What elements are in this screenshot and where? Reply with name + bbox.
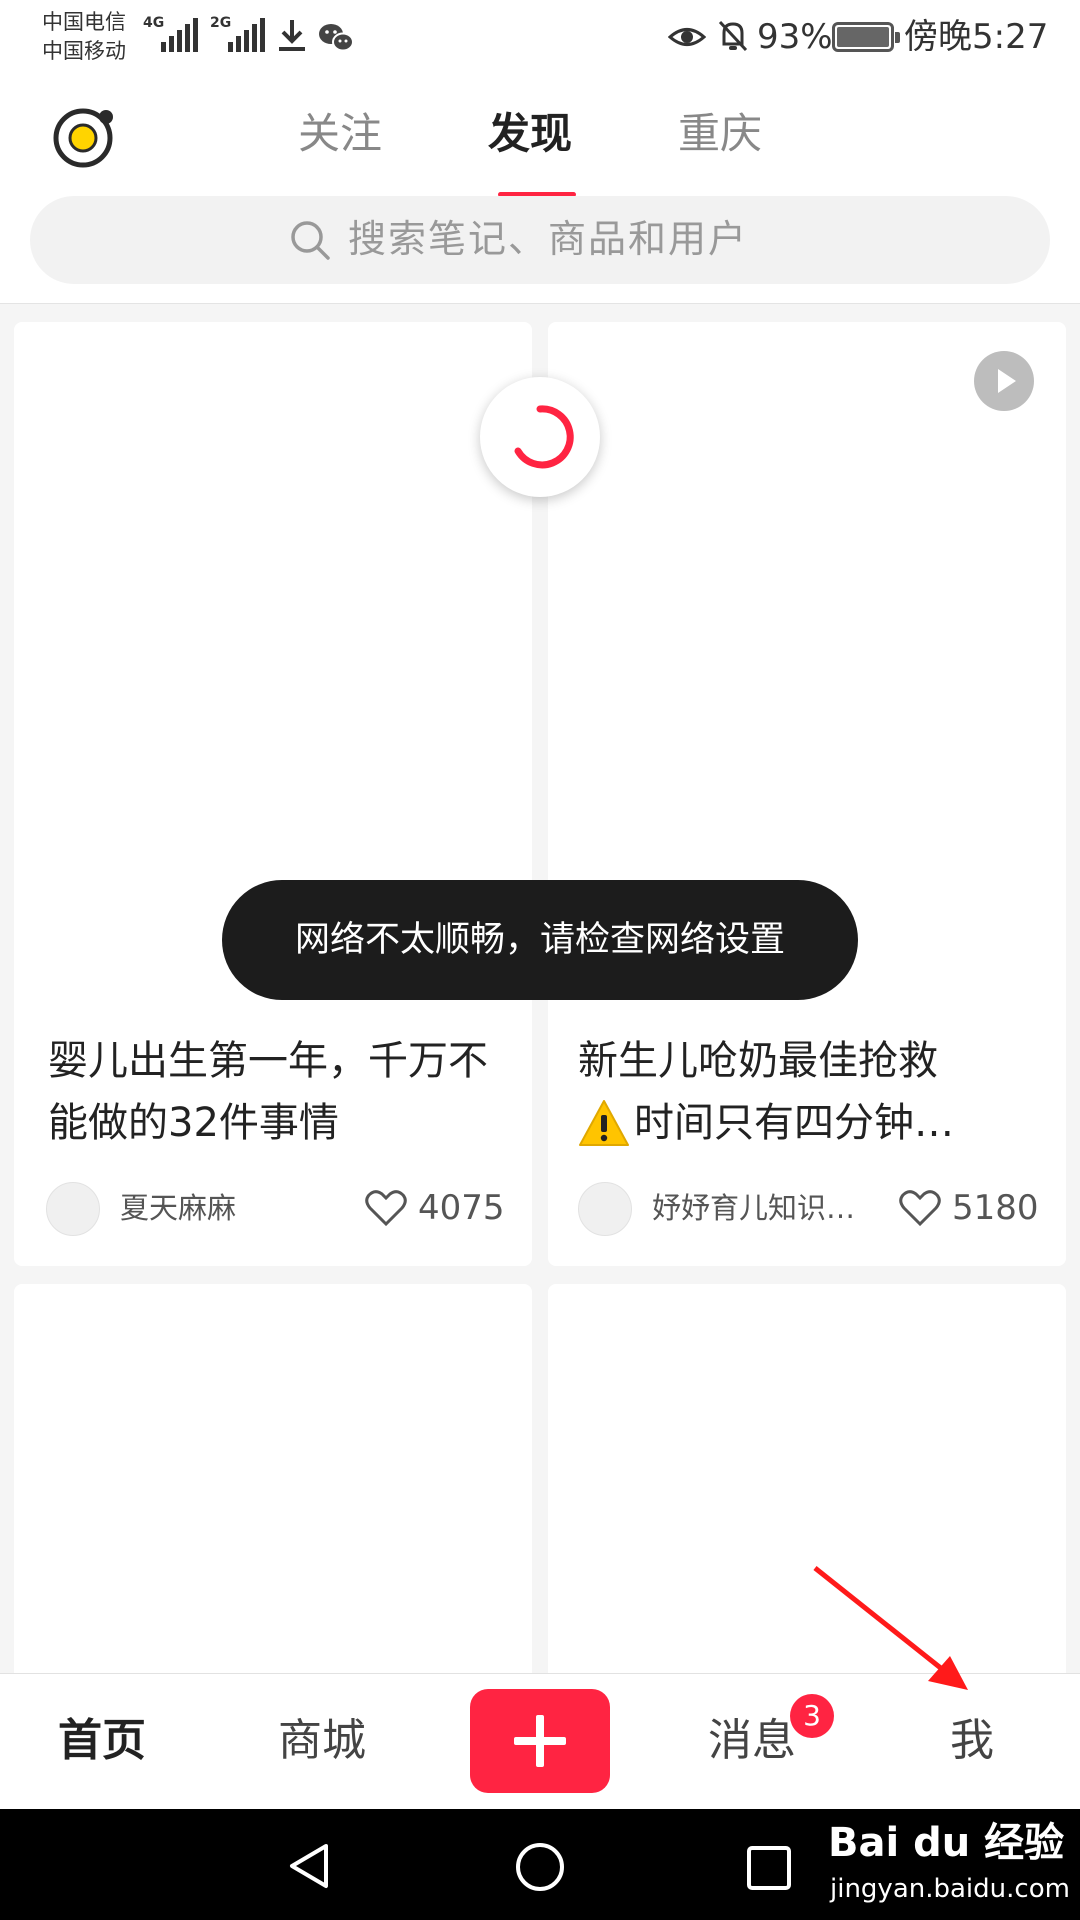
- network-toast: 网络不太顺畅，请检查网络设置: [222, 880, 858, 1000]
- top-tabs: 关注 发现 重庆: [0, 106, 1080, 197]
- nav-messages[interactable]: 消息: [708, 1710, 796, 1772]
- top-header: 关注 发现 重庆 搜索笔记、商品和用户: [0, 78, 1080, 304]
- note-card[interactable]: 婴儿出生第一年，千万不能做的32件事情 夏天麻麻 4075: [14, 322, 532, 1266]
- recents-icon[interactable]: [746, 1845, 792, 1891]
- add-note-button[interactable]: [470, 1689, 610, 1793]
- heart-icon[interactable]: [364, 1188, 408, 1228]
- bottom-nav: 首页 商城 消息 3 我: [0, 1673, 1080, 1809]
- loading-spinner: [480, 377, 600, 497]
- watermark-brand: Bai du 经验: [828, 1820, 1065, 1866]
- avatar[interactable]: [46, 1182, 100, 1236]
- note-title: 新生儿呛奶最佳抢救 时间只有四分钟…: [578, 1038, 954, 1146]
- note-author[interactable]: 妤妤育儿知识…: [652, 1188, 855, 1228]
- clock: 傍晚5:27: [904, 17, 1049, 57]
- system-nav-bar: Bai du 经验 jingyan.baidu.com: [0, 1809, 1080, 1920]
- wechat-icon: [319, 24, 354, 52]
- search-icon: [291, 221, 330, 260]
- messages-badge: 3: [790, 1694, 834, 1738]
- download-icon: [279, 20, 305, 51]
- spinner-icon: [514, 405, 574, 469]
- tab-follow[interactable]: 关注: [298, 106, 382, 162]
- note-card[interactable]: [14, 1284, 532, 1684]
- nav-mall[interactable]: 商城: [278, 1710, 366, 1772]
- note-title: 婴儿出生第一年，千万不能做的32件事情: [48, 1038, 488, 1146]
- like-count: 5180: [952, 1188, 1039, 1228]
- home-icon[interactable]: [514, 1841, 566, 1893]
- status-bar: 中国电信 中国移动 4G 2G 93% 傍晚5:27: [0, 0, 1080, 78]
- back-icon[interactable]: [284, 1841, 334, 1891]
- watermark-url: jingyan.baidu.com: [830, 1874, 1070, 1904]
- app-screen: 中国电信 中国移动 4G 2G 93% 傍晚5:27 关注 发现 重庆 搜索笔记…: [0, 0, 1080, 1920]
- nav-me[interactable]: 我: [950, 1710, 994, 1772]
- carrier-1: 中国电信: [42, 10, 126, 34]
- avatar[interactable]: [578, 1182, 632, 1236]
- note-card[interactable]: [548, 1284, 1066, 1684]
- search-bar[interactable]: 搜索笔记、商品和用户: [30, 196, 1050, 284]
- tab-discover[interactable]: 发现: [488, 106, 572, 162]
- warning-icon: [579, 1100, 629, 1146]
- eye-icon: [668, 28, 706, 46]
- note-card[interactable]: 新生儿呛奶最佳抢救 时间只有四分钟… 妤妤育儿知识… 5180: [548, 322, 1066, 1266]
- tab-chongqing[interactable]: 重庆: [678, 106, 762, 162]
- battery-percent: 93%: [757, 17, 833, 57]
- baidu-watermark: Bai du 经验 jingyan.baidu.com: [820, 1815, 1080, 1915]
- bell-off-icon: [718, 20, 748, 52]
- note-author[interactable]: 夏天麻麻: [120, 1188, 236, 1228]
- like-count: 4075: [418, 1188, 505, 1228]
- carrier-2: 中国移动: [42, 39, 126, 63]
- carriers: 中国电信 中国移动: [42, 8, 126, 66]
- battery-icon: [832, 22, 900, 52]
- nav-home[interactable]: 首页: [58, 1710, 146, 1772]
- search-placeholder: 搜索笔记、商品和用户: [348, 217, 749, 261]
- heart-icon[interactable]: [898, 1188, 942, 1228]
- play-icon: [974, 351, 1034, 411]
